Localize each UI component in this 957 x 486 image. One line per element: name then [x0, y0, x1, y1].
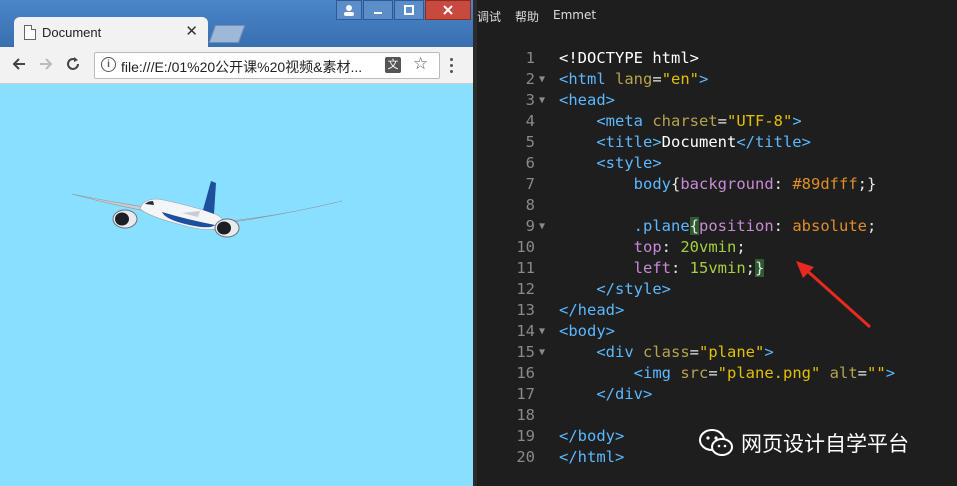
browser-menu-icon[interactable] — [445, 54, 457, 76]
info-icon[interactable]: i — [101, 57, 116, 72]
back-arrow-icon[interactable] — [8, 53, 30, 75]
translate-icon[interactable]: 文 — [385, 57, 401, 73]
browser-titlebar: Document ✕ — [0, 0, 473, 47]
close-window-icon[interactable] — [425, 0, 471, 20]
wechat-icon — [699, 429, 733, 456]
plane-image — [71, 181, 343, 238]
new-tab-button[interactable] — [208, 25, 246, 43]
tab-document[interactable]: Document ✕ — [14, 17, 208, 47]
close-tab-icon[interactable]: ✕ — [185, 22, 198, 40]
watermark: 网页设计自学平台 — [699, 428, 909, 458]
user-profile-icon[interactable] — [336, 0, 362, 20]
annotation-arrow — [796, 261, 871, 329]
reload-icon[interactable] — [62, 53, 84, 75]
minimize-icon[interactable] — [363, 0, 393, 20]
maximize-icon[interactable] — [394, 0, 424, 20]
window-controls — [336, 0, 471, 20]
url-text: file:///E:/01%20公开课%20视频&素材... — [121, 59, 363, 75]
code-editor: 调试 帮助 Emmet 1 <!DOCTYPE html> 2 ▼ <html lang… — [477, 0, 957, 486]
bookmark-star-icon[interactable]: ☆ — [413, 54, 428, 74]
watermark-text: 网页设计自学平台 — [741, 432, 909, 456]
browser-window: Document ✕ i file:///E:/01%20公开课%20视频&素材… — [0, 0, 473, 486]
forward-arrow-icon[interactable] — [35, 53, 57, 75]
tab-title: Document — [42, 25, 102, 40]
address-bar[interactable]: i file:///E:/01%20公开课%20视频&素材... 文 ☆ — [94, 52, 440, 79]
page-viewport — [0, 84, 473, 486]
browser-toolbar: i file:///E:/01%20公开课%20视频&素材... 文 ☆ — [0, 47, 473, 84]
document-icon — [24, 25, 36, 40]
